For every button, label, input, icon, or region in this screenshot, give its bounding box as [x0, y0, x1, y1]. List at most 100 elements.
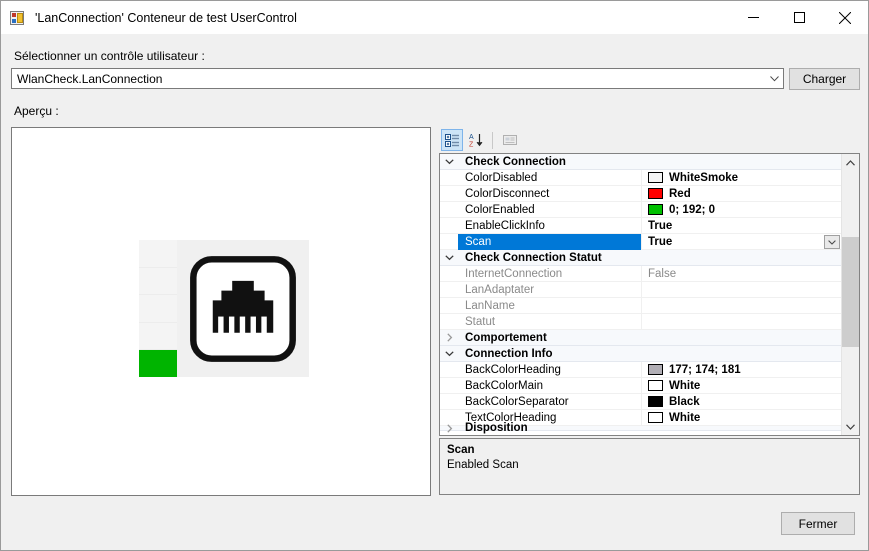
- status-cell: [139, 322, 177, 351]
- categorized-view-icon[interactable]: [441, 129, 463, 151]
- status-cell: [139, 240, 177, 268]
- chevron-down-icon[interactable]: [440, 157, 458, 166]
- property-name: Comportement: [465, 331, 547, 344]
- property-value[interactable]: False: [642, 266, 841, 282]
- property-category-row[interactable]: Connection Info: [440, 346, 841, 362]
- property-name: Check Connection: [465, 155, 566, 168]
- connector-icon-area: [177, 240, 309, 377]
- property-value[interactable]: 177; 174; 181: [642, 362, 841, 378]
- property-name: BackColorHeading: [458, 361, 642, 378]
- property-value[interactable]: [642, 298, 841, 314]
- property-value[interactable]: WhiteSmoke: [642, 170, 841, 186]
- property-value-text: False: [648, 267, 677, 280]
- property-row[interactable]: LanAdaptater: [440, 281, 841, 298]
- property-value[interactable]: White: [642, 378, 841, 394]
- scroll-down-icon[interactable]: [842, 418, 859, 435]
- color-swatch: [648, 204, 663, 215]
- maximize-icon[interactable]: [776, 1, 822, 34]
- minimize-icon[interactable]: [730, 1, 776, 34]
- property-name: LanAdaptater: [458, 281, 642, 298]
- property-name: BackColorSeparator: [458, 393, 642, 410]
- property-value-text: White: [669, 379, 701, 392]
- property-row[interactable]: LanName: [440, 297, 841, 314]
- property-row[interactable]: InternetConnection False: [440, 265, 841, 282]
- property-row[interactable]: BackColorMain White: [440, 377, 841, 394]
- usercontrol-icon: [10, 10, 26, 26]
- chevron-right-icon[interactable]: [440, 423, 458, 433]
- color-swatch: [648, 364, 663, 375]
- property-name: BackColorMain: [458, 377, 642, 394]
- usercontrol-combobox[interactable]: WlanCheck.LanConnection: [11, 68, 784, 89]
- property-value-text: Black: [669, 395, 700, 408]
- property-name: Statut: [458, 313, 642, 330]
- property-value[interactable]: [642, 282, 841, 298]
- property-row[interactable]: ColorEnabled 0; 192; 0: [440, 201, 841, 218]
- status-indicator: [139, 350, 177, 377]
- property-row[interactable]: BackColorHeading 177; 174; 181: [440, 361, 841, 378]
- property-grid-rows: Check Connection ColorDisabled WhiteSmoke C…: [440, 154, 841, 435]
- preview-panel: [11, 127, 431, 496]
- scroll-up-icon[interactable]: [842, 154, 859, 171]
- property-value[interactable]: True: [642, 218, 841, 234]
- property-name: ColorDisabled: [458, 169, 642, 186]
- property-name: ColorDisconnect: [458, 185, 642, 202]
- status-cell: [139, 267, 177, 296]
- test-container-window: 'LanConnection' Conteneur de test UserCo…: [0, 0, 869, 551]
- property-name: ColorEnabled: [458, 201, 642, 218]
- property-name: Connection Info: [465, 347, 553, 360]
- chevron-down-icon[interactable]: [440, 253, 458, 262]
- property-row[interactable]: EnableClickInfo True: [440, 217, 841, 234]
- chevron-down-icon[interactable]: [766, 75, 783, 82]
- status-cell: [139, 295, 177, 323]
- description-text: Enabled Scan: [447, 459, 519, 471]
- property-value[interactable]: [642, 314, 841, 330]
- property-value-text: 177; 174; 181: [669, 363, 741, 376]
- value-dropdown-button[interactable]: [824, 235, 840, 249]
- property-value-text: WhiteSmoke: [669, 171, 739, 184]
- rj45-lan-connector-icon: [190, 255, 296, 362]
- property-row[interactable]: ColorDisabled WhiteSmoke: [440, 169, 841, 186]
- property-category-row[interactable]: Comportement: [440, 330, 841, 346]
- window-title: 'LanConnection' Conteneur de test UserCo…: [35, 10, 297, 25]
- property-value[interactable]: Black: [642, 394, 841, 410]
- chevron-down-icon[interactable]: [440, 349, 458, 358]
- close-icon[interactable]: [822, 1, 868, 34]
- load-button[interactable]: Charger: [789, 68, 860, 90]
- property-value-text: Red: [669, 187, 691, 200]
- property-name: Disposition: [465, 422, 528, 434]
- window-controls: [730, 1, 868, 34]
- property-value[interactable]: 0; 192; 0: [642, 202, 841, 218]
- property-grid-scrollbar[interactable]: [841, 154, 859, 435]
- chevron-right-icon[interactable]: [440, 333, 458, 342]
- property-row[interactable]: ColorDisconnect Red: [440, 185, 841, 202]
- property-category-row[interactable]: Check Connection: [440, 154, 841, 170]
- property-value[interactable]: Red: [642, 186, 841, 202]
- property-row[interactable]: Scan True: [440, 233, 841, 250]
- usercontrol-combobox-value: WlanCheck.LanConnection: [17, 71, 163, 86]
- property-row[interactable]: Statut: [440, 313, 841, 330]
- property-category-row[interactable]: Disposition: [440, 422, 841, 434]
- svg-text:A: A: [469, 134, 474, 141]
- select-control-label: Sélectionner un contrôle utilisateur :: [14, 49, 205, 63]
- close-button[interactable]: Fermer: [781, 512, 855, 535]
- lanconnection-usercontrol[interactable]: [139, 240, 309, 377]
- property-category-row[interactable]: Check Connection Statut: [440, 250, 841, 266]
- svg-text:Z: Z: [469, 142, 474, 149]
- property-pages-icon[interactable]: [499, 129, 521, 151]
- property-value-text: True: [648, 235, 673, 248]
- property-value[interactable]: True: [642, 234, 841, 250]
- property-grid-toolbar: A Z: [439, 128, 860, 152]
- alphabetical-sort-icon[interactable]: A Z: [465, 129, 487, 151]
- status-column: [139, 240, 177, 377]
- property-name: Check Connection Statut: [465, 251, 602, 264]
- color-swatch: [648, 380, 663, 391]
- color-swatch: [648, 172, 663, 183]
- color-swatch: [648, 188, 663, 199]
- property-row[interactable]: BackColorSeparator Black: [440, 393, 841, 410]
- description-title: Scan: [447, 444, 475, 456]
- toolbar-separator: [492, 131, 493, 149]
- scrollbar-thumb[interactable]: [842, 237, 859, 347]
- color-swatch: [648, 396, 663, 407]
- property-value-text: 0; 192; 0: [669, 203, 716, 216]
- property-grid[interactable]: Check Connection ColorDisabled WhiteSmoke C…: [439, 153, 860, 436]
